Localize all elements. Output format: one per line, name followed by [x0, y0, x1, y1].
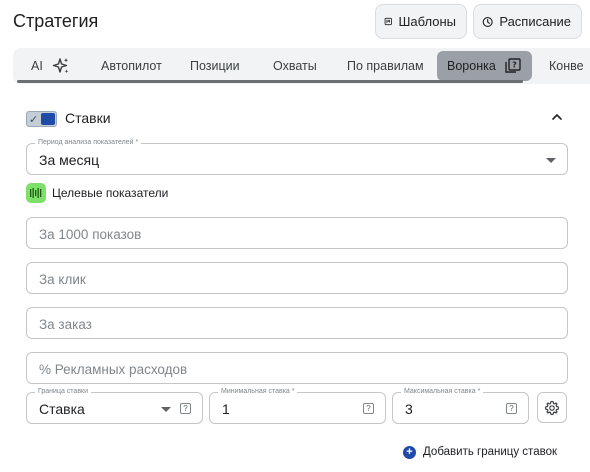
templates-button[interactable]: Шаблоны: [375, 4, 467, 39]
ad-spend-percent-input[interactable]: % Рекламных расходов: [26, 352, 568, 384]
add-bid-bound-button[interactable]: + Добавить границу ставок: [403, 444, 557, 460]
tab-autopilot-label: Автопилот: [101, 59, 162, 73]
input-placeholder: % Рекламных расходов: [39, 362, 188, 377]
tabs-scrollbar[interactable]: [17, 80, 523, 83]
schedule-button-label: Расписание: [499, 14, 571, 29]
bid-settings-button[interactable]: [537, 392, 567, 423]
help-icon[interactable]: ?: [506, 403, 517, 414]
page-title: Стратегия: [13, 11, 99, 31]
help-stack-icon: ?: [505, 58, 521, 73]
strategy-tabs: AI Автопилот Позиции Охваты По правилам …: [13, 48, 590, 84]
per-click-input[interactable]: За клик: [26, 262, 568, 294]
per-1000-impressions-input[interactable]: За 1000 показов: [26, 217, 568, 249]
input-placeholder: За клик: [39, 272, 86, 287]
tab-funnel-label: Воронка: [447, 59, 496, 73]
bid-bound-type-select[interactable]: Граница ставки Ставка ?: [26, 387, 203, 424]
gear-icon: [544, 400, 560, 415]
tab-ai[interactable]: AI: [31, 51, 71, 81]
tab-by-rules[interactable]: По правилам: [347, 51, 424, 81]
templates-icon: [384, 17, 392, 26]
tab-by-rules-label: По правилам: [347, 59, 424, 73]
min-bid-input[interactable]: Минимальная ставка * 1 ?: [209, 387, 386, 424]
help-icon[interactable]: ?: [180, 403, 191, 414]
bids-section-header: ✓ Ставки: [26, 104, 568, 132]
add-circle-icon: +: [403, 445, 416, 459]
tab-conversion-label: Конве: [549, 59, 584, 73]
tab-conversion[interactable]: Конве: [549, 51, 584, 81]
bid-bound-type-label: Граница ставки: [35, 387, 92, 396]
max-bid-label: Максимальная ставка *: [401, 387, 484, 396]
target-metrics-label: Целевые показатели: [52, 186, 169, 200]
target-metrics-icon: [26, 183, 46, 203]
dropdown-arrow-icon: [161, 407, 171, 412]
tab-ai-label: AI: [31, 59, 43, 73]
toggle-knob: [41, 112, 55, 125]
tab-positions[interactable]: Позиции: [190, 51, 240, 81]
clock-icon: [482, 16, 493, 27]
max-bid-value: 3: [405, 401, 413, 417]
min-bid-label: Минимальная ставка *: [218, 387, 298, 396]
tab-reach[interactable]: Охваты: [273, 51, 317, 81]
dropdown-arrow-icon: [546, 158, 556, 163]
min-bid-value: 1: [222, 401, 230, 417]
period-select-label: Период анализа показателей *: [35, 138, 142, 147]
per-order-input[interactable]: За заказ: [26, 307, 568, 339]
help-icon[interactable]: ?: [363, 403, 374, 414]
period-select-value: За месяц: [39, 152, 100, 168]
input-placeholder: За заказ: [39, 317, 92, 332]
target-metrics-row: Целевые показатели: [26, 183, 168, 203]
tab-autopilot[interactable]: Автопилот: [101, 51, 162, 81]
tab-reach-label: Охваты: [273, 59, 317, 73]
bids-toggle[interactable]: ✓: [26, 110, 57, 127]
check-icon: ✓: [29, 113, 39, 126]
bids-section-title: Ставки: [65, 110, 111, 126]
tab-positions-label: Позиции: [190, 59, 240, 73]
input-placeholder: За 1000 показов: [39, 227, 142, 242]
header: Стратегия Шаблоны Расписание: [0, 0, 590, 44]
add-bid-bound-label: Добавить границу ставок: [423, 446, 558, 458]
schedule-button[interactable]: Расписание: [473, 4, 582, 39]
tab-funnel[interactable]: Воронка ?: [437, 51, 532, 81]
bid-bound-type-value: Ставка: [39, 401, 85, 417]
svg-text:?: ?: [512, 61, 517, 70]
max-bid-input[interactable]: Максимальная ставка * 3 ?: [392, 387, 529, 424]
chevron-up-icon[interactable]: [550, 110, 564, 124]
sparkle-icon: [52, 58, 69, 74]
period-select[interactable]: Период анализа показателей * За месяц: [26, 138, 568, 175]
templates-button-label: Шаблоны: [398, 14, 457, 29]
